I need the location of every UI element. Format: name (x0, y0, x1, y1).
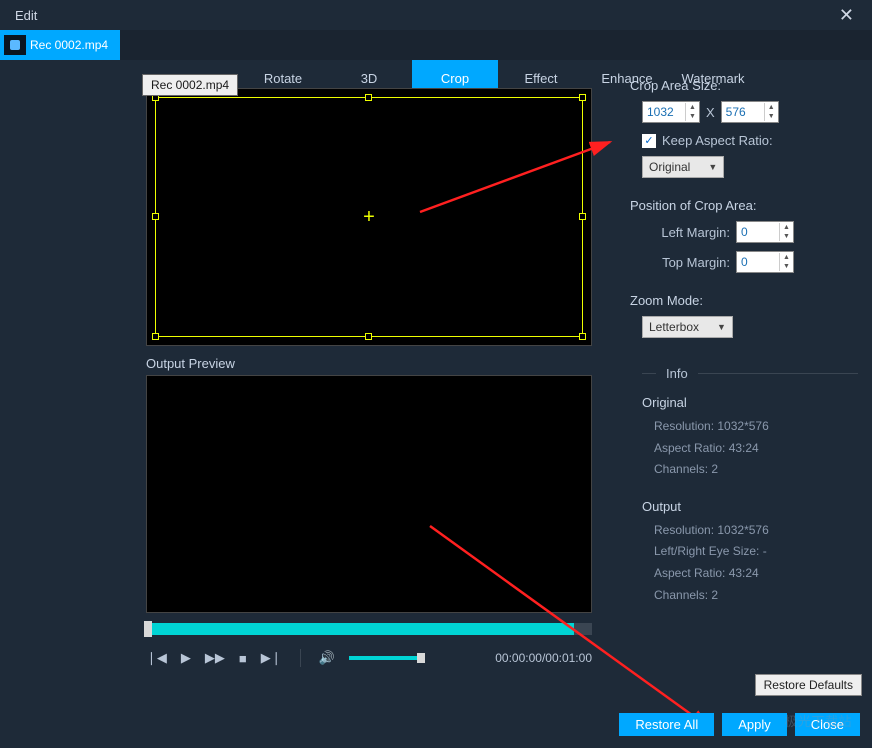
timecode: 00:00:00/00:01:00 (495, 651, 592, 665)
chevron-down-icon[interactable]: ▼ (780, 232, 793, 241)
top-margin-input[interactable] (737, 253, 779, 271)
crop-handle-br[interactable] (579, 333, 586, 340)
crop-width-input[interactable] (643, 103, 685, 121)
bottom-buttons: Restore All Apply Close (619, 713, 860, 736)
file-thumb-icon (4, 35, 26, 55)
crop-handle-bm[interactable] (365, 333, 372, 340)
restore-all-button[interactable]: Restore All (619, 713, 714, 736)
info-original-aspect: Aspect Ratio: 43:24 (654, 438, 858, 460)
chevron-up-icon[interactable]: ▲ (780, 223, 793, 232)
crop-handle-tm[interactable] (365, 94, 372, 101)
file-tab-label: Rec 0002.mp4 (30, 38, 108, 52)
chevron-down-icon[interactable]: ▼ (780, 262, 793, 271)
crop-handle-mr[interactable] (579, 213, 586, 220)
crop-handle-ml[interactable] (152, 213, 159, 220)
info-divider: Info (642, 366, 858, 381)
info-original-title: Original (642, 395, 858, 410)
file-tooltip: Rec 0002.mp4 (142, 74, 238, 96)
stop-icon[interactable]: ■ (239, 651, 247, 666)
crop-rectangle[interactable]: + (155, 97, 583, 337)
right-panel: Crop Area Size: ▲▼ X ▲▼ ✓ Keep Aspect Ra… (620, 66, 872, 748)
info-output-eyesize: Left/Right Eye Size: - (654, 541, 858, 563)
info-original-resolution: Resolution: 1032*576 (654, 416, 858, 438)
chevron-up-icon[interactable]: ▲ (765, 103, 778, 112)
fwd-icon[interactable]: ▶▶ (205, 650, 225, 666)
play-icon[interactable]: ▶ (181, 650, 191, 666)
left-panel: Rec 0002.mp4 + Output Preview ❘◀ ▶ ▶ (0, 66, 620, 748)
info-original: Original Resolution: 1032*576 Aspect Rat… (642, 395, 858, 481)
time-current: 00:00:00 (495, 651, 542, 665)
output-preview-label: Output Preview (146, 356, 604, 371)
info-output-title: Output (642, 499, 858, 514)
window-title: Edit (10, 8, 831, 23)
info-output-resolution: Resolution: 1032*576 (654, 520, 858, 542)
position-label: Position of Crop Area: (630, 198, 858, 213)
next-icon[interactable]: ▶❘ (261, 650, 282, 666)
scrub-bar[interactable] (146, 623, 592, 635)
chevron-up-icon[interactable]: ▲ (686, 103, 699, 112)
keep-aspect-checkbox[interactable]: ✓ (642, 134, 656, 148)
volume-icon[interactable]: 🔊 (319, 650, 335, 666)
volume-handle[interactable] (417, 653, 425, 663)
time-total: 00:01:00 (545, 651, 592, 665)
volume-slider[interactable] (349, 656, 421, 660)
left-margin-input[interactable] (737, 223, 779, 241)
crosshair-icon: + (363, 207, 375, 227)
output-preview (146, 375, 592, 613)
crop-height-spinner[interactable]: ▲▼ (721, 101, 779, 123)
crop-handle-bl[interactable] (152, 333, 159, 340)
chevron-down-icon: ▼ (708, 162, 717, 172)
zoom-mode-label: Zoom Mode: (630, 293, 858, 308)
crop-handle-tr[interactable] (579, 94, 586, 101)
aspect-ratio-dropdown[interactable]: Original ▼ (642, 156, 724, 178)
left-margin-label: Left Margin: (642, 225, 730, 240)
info-output: Output Resolution: 1032*576 Left/Right E… (642, 499, 858, 606)
file-tab[interactable]: Rec 0002.mp4 (0, 30, 120, 60)
left-margin-spinner[interactable]: ▲▼ (736, 221, 794, 243)
close-button[interactable]: Close (795, 713, 860, 736)
crop-width-spinner[interactable]: ▲▼ (642, 101, 700, 123)
size-separator: X (706, 105, 715, 120)
chevron-up-icon[interactable]: ▲ (780, 253, 793, 262)
playback-controls: ❘◀ ▶ ▶▶ ■ ▶❘ 🔊 00:00:00/00:01:00 (146, 649, 592, 667)
restore-defaults-button[interactable]: Restore Defaults (755, 674, 862, 696)
crop-size-label: Crop Area Size: (630, 78, 858, 93)
info-original-channels: Channels: 2 (654, 459, 858, 481)
top-margin-label: Top Margin: (642, 255, 730, 270)
aspect-ratio-value: Original (649, 160, 690, 174)
keep-aspect-label: Keep Aspect Ratio: (662, 133, 773, 148)
zoom-mode-dropdown[interactable]: Letterbox ▼ (642, 316, 733, 338)
scrub-progress (146, 623, 574, 635)
titlebar: Edit ✕ (0, 0, 872, 30)
info-header: Info (666, 366, 688, 381)
chevron-down-icon[interactable]: ▼ (686, 112, 699, 121)
zoom-mode-value: Letterbox (649, 320, 699, 334)
close-icon[interactable]: ✕ (831, 3, 862, 28)
separator (300, 649, 301, 667)
crop-height-input[interactable] (722, 103, 764, 121)
scrub-handle[interactable] (144, 621, 152, 637)
prev-icon[interactable]: ❘◀ (146, 650, 167, 666)
crop-preview[interactable]: + (146, 88, 592, 346)
apply-button[interactable]: Apply (722, 713, 787, 736)
chevron-down-icon[interactable]: ▼ (765, 112, 778, 121)
info-output-aspect: Aspect Ratio: 43:24 (654, 563, 858, 585)
file-tab-row: Rec 0002.mp4 (0, 30, 872, 60)
info-output-channels: Channels: 2 (654, 585, 858, 607)
chevron-down-icon: ▼ (717, 322, 726, 332)
top-margin-spinner[interactable]: ▲▼ (736, 251, 794, 273)
